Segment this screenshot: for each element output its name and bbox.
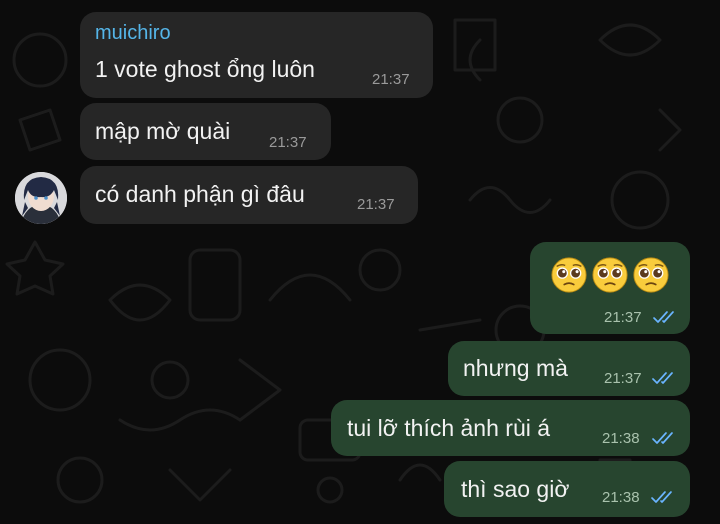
message-text: nhưng mà <box>463 355 568 381</box>
avatar[interactable] <box>15 172 67 224</box>
outgoing-message[interactable]: tui lỡ thích ảnh rùi á 21:38 <box>331 400 690 456</box>
avatar-image <box>15 172 67 224</box>
pleading-face-emoji <box>592 257 628 293</box>
message-time: 21:38 <box>602 430 640 447</box>
pleading-face-emoji <box>551 257 587 293</box>
incoming-message[interactable]: có danh phận gì đâu 21:37 <box>80 166 418 224</box>
message-text: tui lỡ thích ảnh rùi á <box>347 415 551 441</box>
outgoing-message[interactable]: nhưng mà 21:37 <box>448 341 690 396</box>
sender-name[interactable]: muichiro <box>95 22 171 45</box>
pleading-face-emoji <box>633 257 669 293</box>
outgoing-message[interactable]: 21:37 <box>530 242 690 334</box>
message-time: 21:37 <box>604 309 642 326</box>
read-receipt-icon <box>653 311 674 323</box>
read-receipt-icon <box>652 432 673 444</box>
incoming-message[interactable]: muichiro 1 vote ghost ổng luôn 21:37 <box>80 12 433 98</box>
message-time: 21:37 <box>269 134 307 151</box>
read-receipt-icon <box>651 491 672 503</box>
message-text: mập mờ quài <box>95 118 231 144</box>
message-time: 21:37 <box>357 196 395 213</box>
message-text: thì sao giờ <box>461 476 570 502</box>
message-time: 21:37 <box>604 370 642 387</box>
message-time: 21:37 <box>372 71 410 88</box>
message-text: có danh phận gì đâu <box>95 181 305 207</box>
read-receipt-icon <box>652 372 673 384</box>
message-text: 1 vote ghost ổng luôn <box>95 56 315 82</box>
outgoing-message[interactable]: thì sao giờ 21:38 <box>444 461 690 517</box>
incoming-message[interactable]: mập mờ quài 21:37 <box>80 103 331 160</box>
message-time: 21:38 <box>602 489 640 506</box>
